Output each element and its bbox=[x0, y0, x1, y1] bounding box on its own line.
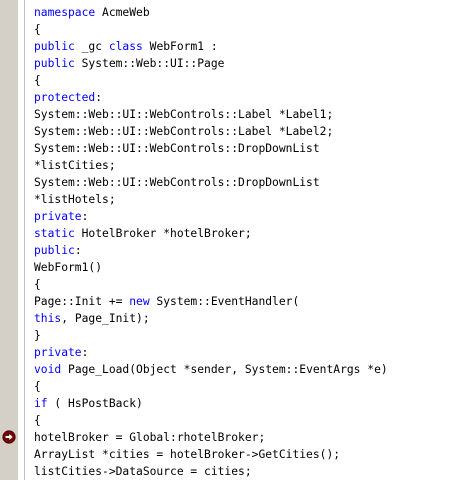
code-line[interactable]: } bbox=[34, 327, 453, 344]
code-keyword: private bbox=[34, 346, 82, 359]
code-line[interactable]: listCities->DataSource = cities; bbox=[34, 463, 453, 480]
code-line[interactable]: { bbox=[34, 72, 453, 89]
code-line[interactable]: private: bbox=[34, 208, 453, 225]
code-keyword: static bbox=[34, 227, 75, 240]
code-token: } bbox=[34, 329, 41, 342]
code-token: System::Web::UI::WebControls::DropDownLi… bbox=[34, 176, 320, 189]
code-token: AcmeWeb bbox=[95, 6, 150, 19]
code-token: : bbox=[95, 91, 103, 104]
code-token: { bbox=[34, 74, 41, 87]
code-token: { bbox=[34, 380, 41, 393]
code-token: WebForm1 : bbox=[142, 40, 218, 53]
code-line[interactable]: static HotelBroker *hotelBroker; bbox=[34, 225, 453, 242]
code-keyword: namespace bbox=[34, 6, 96, 19]
code-keyword: protected bbox=[34, 91, 96, 104]
code-line[interactable]: System::Web::UI::WebControls::Label *Lab… bbox=[34, 123, 453, 140]
code-token: HotelBroker *hotelBroker; bbox=[74, 227, 252, 240]
code-line[interactable]: this, Page_Init); bbox=[34, 310, 453, 327]
code-line[interactable]: *listHotels; bbox=[34, 191, 453, 208]
code-token: System::Web::UI::WebControls::Label *Lab… bbox=[34, 125, 334, 138]
code-token: hotelBroker = Global:rhotelBroker; bbox=[34, 431, 266, 444]
code-token: System::EventHandler( bbox=[149, 295, 300, 308]
code-keyword: void bbox=[34, 363, 62, 376]
code-keyword: public bbox=[34, 57, 75, 70]
code-token: *listHotels; bbox=[34, 193, 116, 206]
code-token: _gc bbox=[74, 40, 109, 53]
code-line[interactable]: private: bbox=[34, 344, 453, 361]
code-token: : bbox=[74, 244, 82, 257]
code-line[interactable]: System::Web::UI::WebControls::DropDownLi… bbox=[34, 174, 453, 191]
code-token: { bbox=[34, 23, 41, 36]
code-token: : bbox=[81, 210, 89, 223]
code-line[interactable]: { bbox=[34, 276, 453, 293]
code-line[interactable]: System::Web::UI::WebControls::DropDownLi… bbox=[34, 140, 453, 157]
code-line[interactable]: public System::Web::UI::Page bbox=[34, 55, 453, 72]
code-token: Page_Load(Object *sender, System::EventA… bbox=[61, 363, 388, 376]
code-token: : bbox=[81, 346, 89, 359]
code-token: listCities->DataSource = cities; bbox=[34, 465, 252, 478]
code-token: { bbox=[34, 414, 41, 427]
code-keyword: new bbox=[129, 295, 150, 308]
code-token: ArrayList *cities = hotelBroker->GetCiti… bbox=[34, 448, 341, 461]
code-line[interactable]: { bbox=[34, 21, 453, 38]
code-token: System::Web::UI::WebControls::Label *Lab… bbox=[34, 108, 334, 121]
code-token: ( HsPostBack) bbox=[47, 397, 143, 410]
code-line[interactable]: hotelBroker = Global:rhotelBroker; bbox=[34, 429, 453, 446]
code-token: WebForm1() bbox=[34, 261, 103, 274]
code-editor[interactable]: namespace AcmeWeb { public _gc class WebFo… bbox=[0, 0, 453, 480]
code-token: System::Web::UI::WebControls::DropDownLi… bbox=[34, 142, 320, 155]
editor-gutter[interactable] bbox=[0, 0, 18, 480]
code-text-area[interactable]: namespace AcmeWeb { public _gc class WebFo… bbox=[34, 4, 453, 480]
code-token: { bbox=[34, 278, 41, 291]
code-keyword: if bbox=[34, 397, 48, 410]
code-line[interactable]: if ( HsPostBack) bbox=[34, 395, 453, 412]
code-line[interactable]: WebForm1() bbox=[34, 259, 453, 276]
code-line[interactable]: { bbox=[34, 412, 453, 429]
code-keyword: public bbox=[34, 244, 75, 257]
code-token: System::Web::UI::Page bbox=[74, 57, 225, 70]
code-line[interactable]: { bbox=[34, 378, 453, 395]
code-line[interactable]: *listCities; bbox=[34, 157, 453, 174]
code-line[interactable]: namespace AcmeWeb bbox=[34, 4, 453, 21]
code-keyword: this bbox=[34, 312, 62, 325]
code-keyword: private bbox=[34, 210, 82, 223]
code-line[interactable]: System::Web::UI::WebControls::Label *Lab… bbox=[34, 106, 453, 123]
code-keyword: public bbox=[34, 40, 75, 53]
gutter-divider bbox=[24, 0, 25, 480]
code-line[interactable]: public _gc class WebForm1 : bbox=[34, 38, 453, 55]
code-line[interactable]: public: bbox=[34, 242, 453, 259]
breakpoint-arrow-icon[interactable] bbox=[2, 430, 16, 444]
code-line[interactable]: void Page_Load(Object *sender, System::E… bbox=[34, 361, 453, 378]
code-token: Page::Init += bbox=[34, 295, 130, 308]
code-line[interactable]: ArrayList *cities = hotelBroker->GetCiti… bbox=[34, 446, 453, 463]
code-token: *listCities; bbox=[34, 159, 116, 172]
code-line[interactable]: Page::Init += new System::EventHandler( bbox=[34, 293, 453, 310]
code-keyword: class bbox=[108, 40, 143, 53]
code-token: , Page_Init); bbox=[61, 312, 150, 325]
code-line[interactable]: protected: bbox=[34, 89, 453, 106]
